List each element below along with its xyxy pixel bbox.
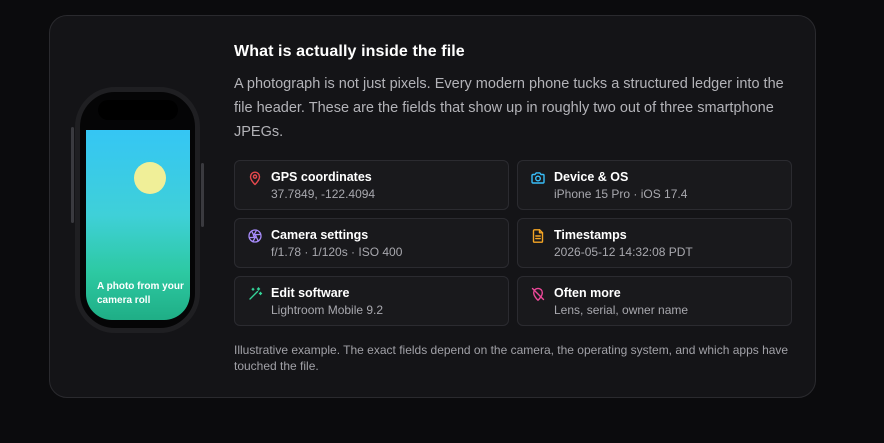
- sun-icon: [134, 162, 166, 194]
- field-tile-edit-software: Edit software Lightroom Mobile 9.2: [234, 276, 509, 326]
- field-value: Lightroom Mobile 9.2: [271, 303, 384, 317]
- field-label: Timestamps: [554, 228, 627, 242]
- field-value: iPhone 15 Pro · iOS 17.4: [554, 187, 688, 201]
- field-value: 2026-05-12 14:32:08 PDT: [554, 245, 693, 259]
- map-pin-icon: [247, 170, 263, 186]
- field-label: GPS coordinates: [271, 170, 372, 184]
- field-label: Device & OS: [554, 170, 629, 184]
- section-description: A photograph is not just pixels. Every m…: [234, 76, 784, 140]
- footnote: Illustrative example. The exact fields d…: [234, 343, 789, 373]
- field-value: Lens, serial, owner name: [554, 303, 689, 317]
- phone-side-button: [71, 127, 74, 223]
- section-title: What is actually inside the file: [234, 43, 465, 60]
- field-tile-often-more: Often more Lens, serial, owner name: [517, 276, 792, 326]
- field-label: Edit software: [271, 286, 350, 300]
- field-tile-gps: GPS coordinates 37.7849, -122.4094: [234, 160, 509, 210]
- document-icon: [530, 228, 546, 244]
- field-label: Often more: [554, 286, 621, 300]
- field-label: Camera settings: [271, 228, 369, 242]
- field-value: 37.7849, -122.4094: [271, 187, 376, 201]
- wand-icon: [247, 286, 263, 302]
- hidden-icon: [530, 286, 546, 302]
- aperture-icon: [247, 228, 263, 244]
- field-tile-timestamps: Timestamps 2026-05-12 14:32:08 PDT: [517, 218, 792, 268]
- field-value: f/1.78 · 1/120s · ISO 400: [271, 245, 403, 259]
- camera-icon: [530, 170, 546, 186]
- phone-notch: [98, 100, 178, 120]
- phone-side-button: [201, 163, 204, 227]
- phone-caption: A photo from your camera roll: [97, 281, 184, 306]
- field-tile-camera-settings: Camera settings f/1.78 · 1/120s · ISO 40…: [234, 218, 509, 268]
- phone-screen: A photo from your camera roll: [86, 130, 190, 320]
- field-tile-device: Device & OS iPhone 15 Pro · iOS 17.4: [517, 160, 792, 210]
